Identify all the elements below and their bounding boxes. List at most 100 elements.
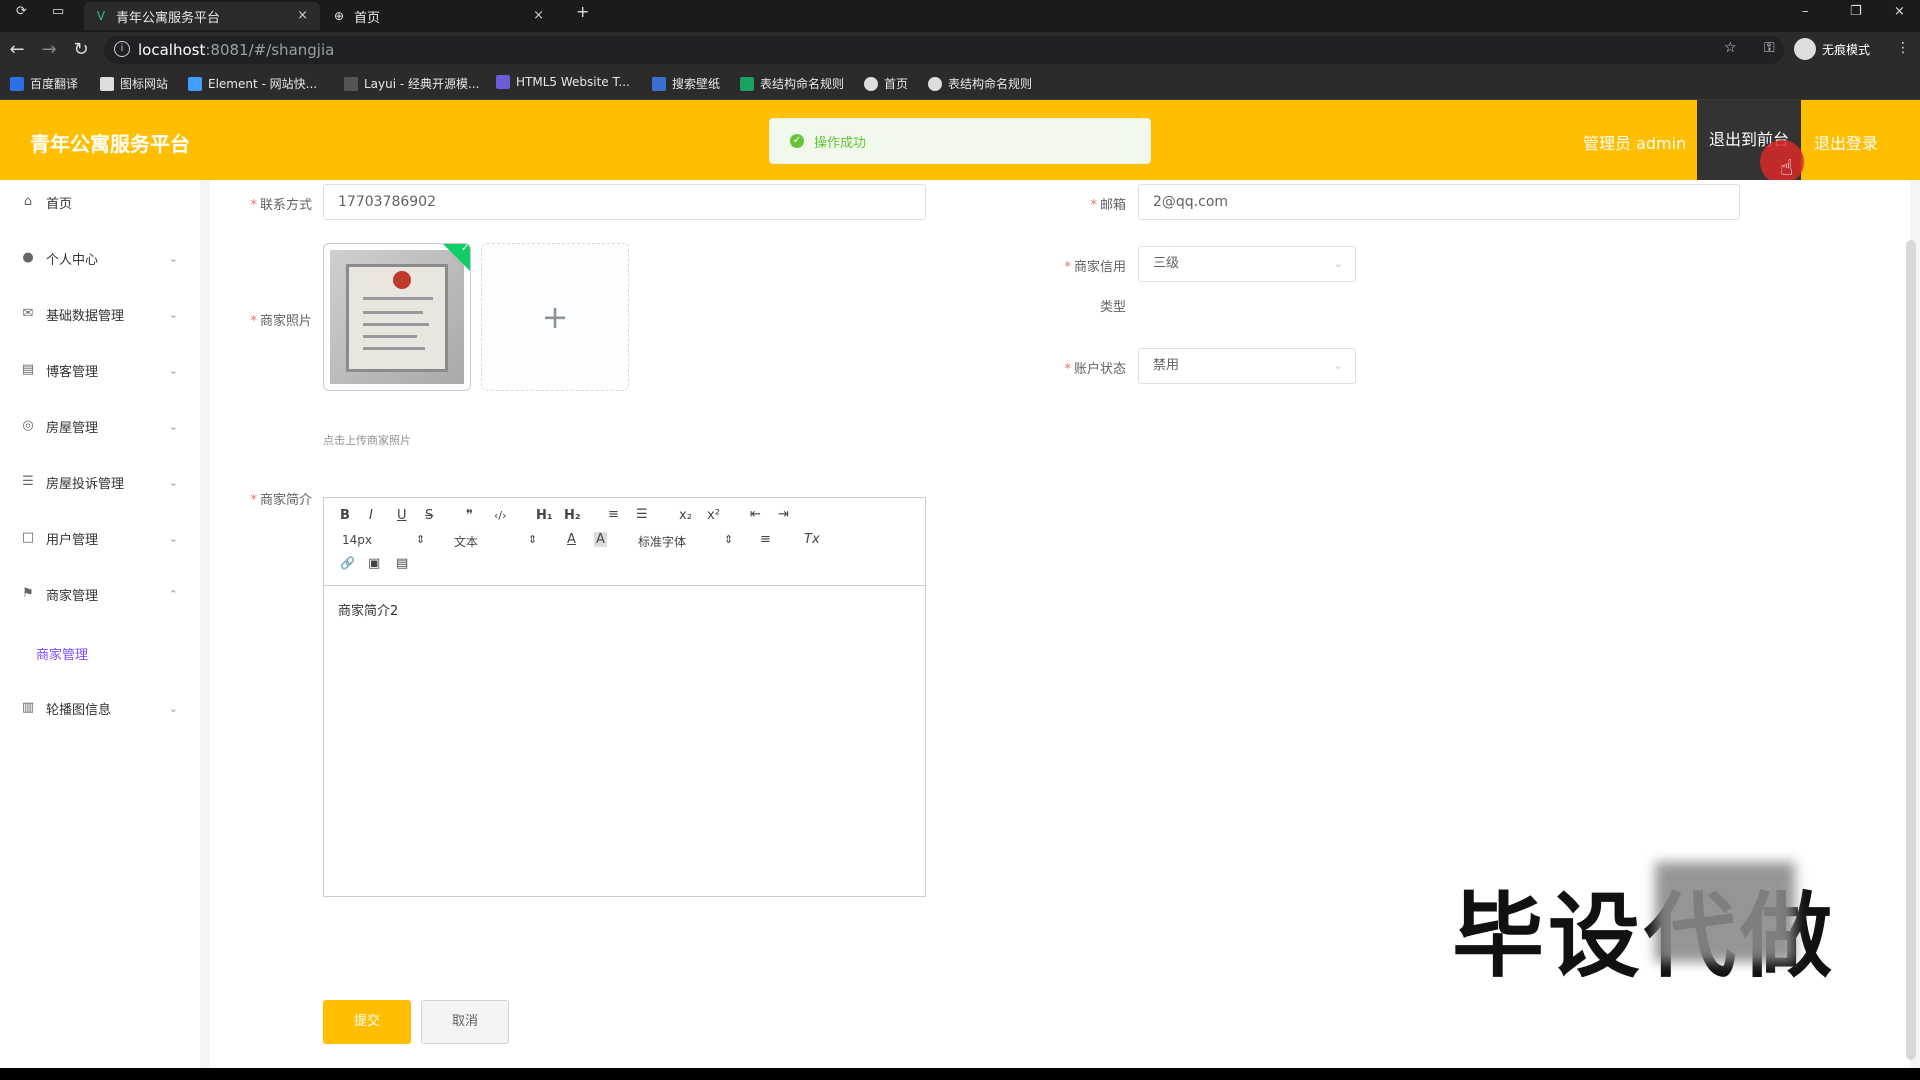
browser-menu-icon[interactable]: ⋮ xyxy=(1896,40,1910,56)
underline-button[interactable]: U xyxy=(397,508,407,523)
logout-button[interactable]: 退出登录 xyxy=(1814,130,1878,154)
close-tab-icon[interactable]: × xyxy=(533,8,544,23)
bookmark-item[interactable]: 百度翻译 xyxy=(10,75,78,92)
indent-button[interactable]: ⇥ xyxy=(778,507,789,522)
back-icon[interactable]: ← xyxy=(6,39,28,60)
upload-photo-button[interactable]: + xyxy=(481,243,629,391)
sidebar-item-house[interactable]: ◎ 房屋管理 ⌄ xyxy=(0,404,200,448)
browser-menu-icon[interactable]: ⟳ xyxy=(16,4,27,19)
page-scrollbar[interactable] xyxy=(1906,240,1916,1060)
sliders-icon: ☰ xyxy=(22,474,34,489)
bookmark-item[interactable]: 首页 xyxy=(864,75,908,92)
tab-strip-icon[interactable]: ▭ xyxy=(52,4,64,19)
sidebar-item-blog[interactable]: ▤ 博客管理 ⌄ xyxy=(0,348,200,392)
bullet-list-button[interactable]: ☰ xyxy=(636,507,648,522)
bookmark-item[interactable]: 搜索壁纸 xyxy=(652,75,720,92)
chevron-down-icon: ⌄ xyxy=(1333,257,1343,270)
check-icon: ✓ xyxy=(790,134,804,148)
toast-message: 操作成功 xyxy=(814,135,867,151)
sheet-icon xyxy=(740,76,754,91)
merchant-photo[interactable]: ✓ xyxy=(323,243,471,391)
chevron-down-icon: ⌄ xyxy=(168,701,178,715)
bookmark-item[interactable]: 表结构命名规则 xyxy=(740,75,844,92)
image-button[interactable]: ▣ xyxy=(368,556,380,571)
submit-button[interactable]: 提交 xyxy=(323,1000,411,1044)
header2-button[interactable]: H₂ xyxy=(564,508,581,523)
chevron-down-icon: ⌄ xyxy=(168,531,178,545)
incognito-label: 无痕模式 xyxy=(1822,42,1871,57)
contact-input[interactable]: 17703786902 xyxy=(323,184,926,220)
link-button[interactable]: 🔗 xyxy=(340,556,355,570)
info-icon[interactable]: i xyxy=(114,41,130,57)
outdent-button[interactable]: ⇤ xyxy=(750,507,761,522)
key-icon[interactable]: ⚿ xyxy=(1764,40,1775,56)
incognito-indicator[interactable]: 无痕模式 xyxy=(1794,38,1870,60)
close-tab-icon[interactable]: × xyxy=(297,8,308,23)
email-input[interactable]: 2@qq.com xyxy=(1138,184,1740,220)
editor-content[interactable]: 商家简介2 xyxy=(338,600,398,619)
close-window-icon[interactable]: × xyxy=(1894,4,1905,19)
chart-icon: ▥ xyxy=(21,700,35,715)
chevron-down-icon: ⌄ xyxy=(168,475,178,489)
contact-label: * 联系方式 xyxy=(250,198,312,213)
reload-icon[interactable]: ↻ xyxy=(70,39,92,60)
font-family-select[interactable]: 标准字体 xyxy=(638,533,686,550)
font-size-select[interactable]: 14px xyxy=(342,533,372,547)
ordered-list-button[interactable]: ≡ xyxy=(608,507,619,522)
credit-select[interactable]: 三级 ⌄ xyxy=(1138,246,1356,282)
element-icon xyxy=(188,76,202,91)
strike-button[interactable]: S xyxy=(425,508,433,523)
sidebar-item-carousel[interactable]: ▥ 轮播图信息 ⌄ xyxy=(0,686,200,730)
italic-button[interactable]: I xyxy=(369,508,373,523)
background-color-button[interactable]: A xyxy=(594,532,607,547)
blockquote-button[interactable]: ❞ xyxy=(466,508,473,523)
photo-hint: 点击上传商家照片 xyxy=(323,434,411,447)
font-color-button[interactable]: A xyxy=(567,532,576,547)
maximize-icon[interactable]: ❐ xyxy=(1850,4,1862,19)
email-label: * 邮箱 xyxy=(1090,198,1126,213)
code-block-button[interactable]: ‹/› xyxy=(494,509,507,522)
mail-icon: ✉ xyxy=(22,306,34,321)
status-select[interactable]: 禁用 ⌄ xyxy=(1138,348,1356,384)
license-image xyxy=(330,250,464,384)
bold-button[interactable]: B xyxy=(340,508,350,523)
sidebar-item-merchants[interactable]: ⚑ 商家管理 ⌃ xyxy=(0,572,200,616)
text-type-select[interactable]: 文本 xyxy=(454,533,478,550)
forward-icon[interactable]: → xyxy=(38,39,60,60)
vue-icon: V xyxy=(96,9,106,23)
sidebar-subitem-merchants[interactable]: 商家管理 xyxy=(36,644,88,663)
cancel-button[interactable]: 取消 xyxy=(421,1000,509,1044)
clean-format-button[interactable]: Tx xyxy=(804,532,820,547)
sidebar-item-profile[interactable]: ● 个人中心 ⌄ xyxy=(0,236,200,280)
sidebar-item-basic-data[interactable]: ✉ 基础数据管理 ⌄ xyxy=(0,292,200,336)
sidebar-item-complaints[interactable]: ☰ 房屋投诉管理 ⌄ xyxy=(0,460,200,504)
minimize-icon[interactable]: – xyxy=(1802,4,1809,19)
bookmark-item[interactable]: 图标网站 xyxy=(100,75,168,92)
subscript-button[interactable]: x₂ xyxy=(679,508,692,523)
star-icon[interactable]: ☆ xyxy=(1724,40,1737,56)
new-tab-button[interactable]: + xyxy=(576,2,589,21)
header1-button[interactable]: H₁ xyxy=(536,508,553,523)
home-icon: ⌂ xyxy=(23,194,33,209)
align-button[interactable]: ≡ xyxy=(760,532,771,547)
flag-icon xyxy=(100,76,114,91)
browser-tab[interactable]: ⊕ 首页 × xyxy=(322,2,556,30)
watermark-blur xyxy=(1655,862,1795,962)
video-button[interactable]: ▤ xyxy=(396,556,408,571)
sidebar-item-users[interactable]: □ 用户管理 ⌄ xyxy=(0,516,200,560)
address-bar[interactable]: i localhost:8081/#/shangjia xyxy=(104,36,1784,64)
bookmarks-bar: 百度翻译 图标网站 Element - 网站快... Layui - 经典开源模… xyxy=(0,68,1920,100)
superscript-button[interactable]: x² xyxy=(707,508,720,523)
bookmark-item[interactable]: HTML5 Website T... xyxy=(496,75,630,89)
globe-icon xyxy=(928,76,942,91)
bookmark-item[interactable]: Element - 网站快... xyxy=(188,75,317,92)
globe-icon xyxy=(864,76,878,91)
tab-title: 首页 xyxy=(354,10,381,26)
bookmark-item[interactable]: Layui - 经典开源模... xyxy=(344,75,479,92)
translate-icon xyxy=(10,76,24,91)
user-icon: ● xyxy=(22,250,34,265)
bookmark-item[interactable]: 表结构命名规则 xyxy=(928,75,1032,92)
browser-tab-active[interactable]: V 青年公寓服务平台 × xyxy=(84,2,320,30)
photo-label: * 商家照片 xyxy=(250,314,312,329)
sidebar-item-home[interactable]: ⌂ 首页 xyxy=(0,180,200,224)
